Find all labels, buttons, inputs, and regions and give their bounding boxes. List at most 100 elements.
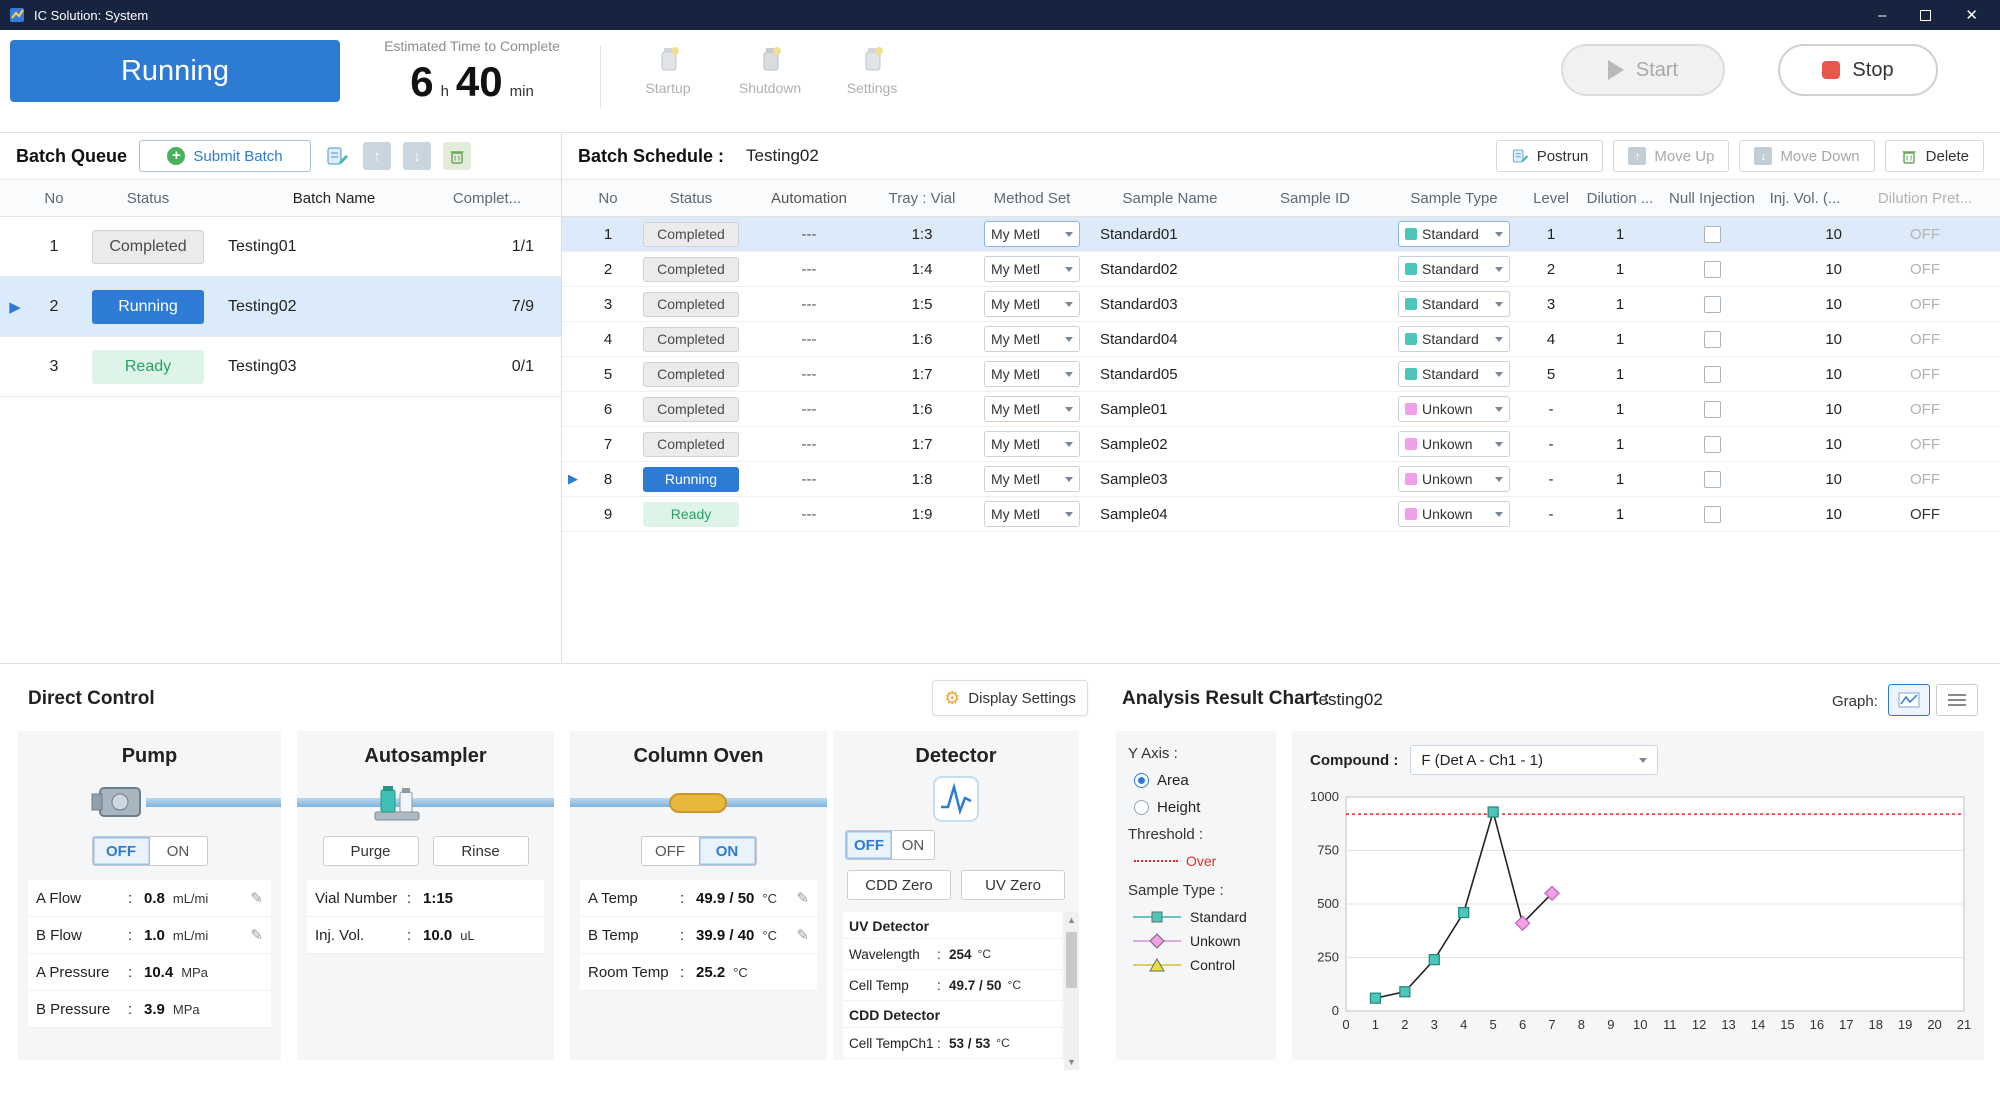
- method-set-select[interactable]: My Metl: [984, 221, 1080, 247]
- cdd-zero-button[interactable]: CDD Zero: [847, 870, 951, 900]
- batch-schedule-row[interactable]: 6Completed---1:6My MetlSample01Unkown-11…: [562, 392, 2000, 427]
- null-injection-cell: [1656, 506, 1768, 523]
- column-oven-off-option[interactable]: OFF: [642, 837, 699, 865]
- y-axis-option[interactable]: Height: [1134, 799, 1264, 816]
- null-injection-checkbox[interactable]: [1704, 401, 1721, 418]
- sample-type-cell: Standard: [1390, 291, 1518, 317]
- delete-button[interactable]: Delete: [1885, 140, 1984, 172]
- rinse-button[interactable]: Rinse: [433, 836, 529, 866]
- automation-cell: ---: [750, 296, 868, 313]
- method-set-select[interactable]: My Metl: [984, 501, 1080, 527]
- sample-type-select[interactable]: Unkown: [1398, 501, 1510, 527]
- y-axis-option[interactable]: Area: [1134, 772, 1264, 789]
- detector-section-header: CDD Detector: [843, 1001, 1062, 1028]
- null-injection-checkbox[interactable]: [1704, 471, 1721, 488]
- sample-type-select[interactable]: Standard: [1398, 256, 1510, 282]
- null-injection-checkbox[interactable]: [1704, 436, 1721, 453]
- edit-icon[interactable]: ✎: [796, 889, 809, 907]
- batch-queue-row[interactable]: ▶2RunningTesting027/9: [0, 277, 561, 337]
- pump-off-option[interactable]: OFF: [93, 837, 150, 865]
- batch-queue-row[interactable]: 1CompletedTesting011/1: [0, 217, 561, 277]
- automation-cell: ---: [750, 261, 868, 278]
- pump-on-option[interactable]: ON: [150, 837, 207, 865]
- sample-type-select[interactable]: Standard: [1398, 291, 1510, 317]
- batch-schedule-row[interactable]: 4Completed---1:6My MetlStandard04Standar…: [562, 322, 2000, 357]
- graph-view-chart-button[interactable]: [1888, 684, 1930, 716]
- compound-select[interactable]: F (Det A - Ch1 - 1): [1410, 745, 1658, 775]
- detector-off-option[interactable]: OFF: [846, 831, 892, 859]
- postrun-button[interactable]: Postrun: [1496, 140, 1604, 172]
- sample-type-select[interactable]: Unkown: [1398, 396, 1510, 422]
- method-set-select[interactable]: My Metl: [984, 291, 1080, 317]
- queue-postrun-button[interactable]: [323, 142, 351, 170]
- automation-cell: ---: [750, 226, 868, 243]
- sample-type-select[interactable]: Unkown: [1398, 431, 1510, 457]
- queue-move-up-button[interactable]: ↑: [363, 142, 391, 170]
- null-injection-checkbox[interactable]: [1704, 226, 1721, 243]
- status-badge: Ready: [643, 502, 739, 527]
- sample-type-select[interactable]: Standard: [1398, 221, 1510, 247]
- method-set-select[interactable]: My Metl: [984, 466, 1080, 492]
- scrollbar-thumb[interactable]: [1066, 932, 1077, 988]
- batch-schedule-row[interactable]: 3Completed---1:5My MetlStandard03Standar…: [562, 287, 2000, 322]
- batch-schedule-row[interactable]: 7Completed---1:7My MetlSample02Unkown-11…: [562, 427, 2000, 462]
- submit-batch-button[interactable]: + Submit Batch: [139, 140, 311, 172]
- radio-icon[interactable]: [1134, 773, 1149, 788]
- graph-view-list-button[interactable]: [1936, 684, 1978, 716]
- method-set-select[interactable]: My Metl: [984, 431, 1080, 457]
- close-icon[interactable]: ✕: [1965, 8, 1978, 23]
- detector-on-option[interactable]: ON: [892, 831, 934, 859]
- display-settings-button[interactable]: ⚙ Display Settings: [932, 680, 1088, 716]
- method-set-select[interactable]: My Metl: [984, 396, 1080, 422]
- batch-schedule-row[interactable]: 2Completed---1:4My MetlStandard02Standar…: [562, 252, 2000, 287]
- null-injection-checkbox[interactable]: [1704, 331, 1721, 348]
- stop-button[interactable]: Stop: [1778, 44, 1938, 96]
- queue-delete-button[interactable]: [443, 142, 471, 170]
- null-injection-checkbox[interactable]: [1704, 296, 1721, 313]
- batch-queue-row[interactable]: 3ReadyTesting030/1: [0, 337, 561, 397]
- start-button[interactable]: Start: [1561, 44, 1725, 96]
- chevron-down-icon: [1065, 267, 1073, 272]
- edit-icon[interactable]: ✎: [796, 926, 809, 944]
- sample-type-select[interactable]: Standard: [1398, 361, 1510, 387]
- batch-schedule-row[interactable]: 5Completed---1:7My MetlStandard05Standar…: [562, 357, 2000, 392]
- method-set-select[interactable]: My Metl: [984, 361, 1080, 387]
- detector-scrollbar[interactable]: ▲ ▼: [1064, 912, 1079, 1070]
- info-label: Cell Temp: [849, 978, 937, 993]
- null-injection-cell: [1656, 261, 1768, 278]
- edit-icon[interactable]: ✎: [250, 889, 263, 907]
- field-row: B Temp:39.9 / 40°C✎: [580, 917, 817, 954]
- null-injection-checkbox[interactable]: [1704, 366, 1721, 383]
- null-injection-checkbox[interactable]: [1704, 261, 1721, 278]
- queue-move-down-button[interactable]: ↓: [403, 142, 431, 170]
- settings-button[interactable]: Settings: [832, 42, 912, 96]
- method-set-select[interactable]: My Metl: [984, 256, 1080, 282]
- scroll-down-icon[interactable]: ▼: [1067, 1054, 1076, 1070]
- move-down-button[interactable]: ↓ Move Down: [1739, 140, 1874, 172]
- minimize-icon[interactable]: –: [1878, 8, 1886, 23]
- column-oven-on-option[interactable]: ON: [699, 837, 756, 865]
- field-unit: °C: [762, 928, 777, 943]
- scroll-up-icon[interactable]: ▲: [1067, 912, 1076, 928]
- batch-schedule-row[interactable]: 1Completed---1:3My MetlStandard01Standar…: [562, 217, 2000, 252]
- pump-power-toggle[interactable]: OFF ON: [92, 836, 208, 866]
- radio-icon[interactable]: [1134, 800, 1149, 815]
- detector-power-toggle[interactable]: OFF ON: [845, 830, 935, 860]
- threshold-label: Threshold :: [1128, 826, 1264, 843]
- null-injection-checkbox[interactable]: [1704, 506, 1721, 523]
- move-up-button[interactable]: ↑ Move Up: [1613, 140, 1729, 172]
- purge-button[interactable]: Purge: [323, 836, 419, 866]
- maximize-icon[interactable]: [1920, 10, 1931, 21]
- batch-schedule-row[interactable]: ▶8Running---1:8My MetlSample03Unkown-110…: [562, 462, 2000, 497]
- sample-type-select[interactable]: Unkown: [1398, 466, 1510, 492]
- method-set-select[interactable]: My Metl: [984, 326, 1080, 352]
- startup-button[interactable]: Startup: [628, 42, 708, 96]
- field-unit: mL/mi: [173, 891, 208, 906]
- shutdown-button[interactable]: Shutdown: [730, 42, 810, 96]
- sample-type-select[interactable]: Standard: [1398, 326, 1510, 352]
- column-oven-power-toggle[interactable]: OFF ON: [641, 836, 757, 866]
- edit-icon[interactable]: ✎: [250, 926, 263, 944]
- batch-schedule-row[interactable]: 9Ready---1:9My MetlSample04Unkown-110OFF: [562, 497, 2000, 532]
- chart-view-icon: [1898, 692, 1920, 708]
- uv-zero-button[interactable]: UV Zero: [961, 870, 1065, 900]
